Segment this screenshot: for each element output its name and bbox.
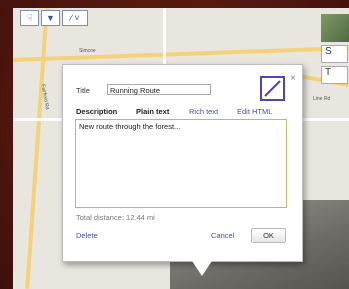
line-icon[interactable]: ∕ ˅ (62, 10, 88, 26)
description-textarea[interactable]: New route through the forest... (75, 119, 287, 208)
description-label: Description (76, 107, 118, 116)
map-road (25, 8, 49, 289)
popup-tail (190, 258, 214, 276)
tab-edit-html[interactable]: Edit HTML (237, 107, 272, 116)
tab-rich-text[interactable]: Rich text (189, 107, 218, 116)
ok-button[interactable]: OK (251, 228, 286, 243)
title-label: Title (76, 86, 90, 95)
map-road (13, 46, 349, 62)
close-icon[interactable]: × (290, 73, 296, 84)
right-panel: S T (321, 14, 349, 104)
delete-link[interactable]: Delete (76, 231, 98, 240)
satellite-thumbnail[interactable] (321, 14, 349, 42)
tab-plain-text[interactable]: Plain text (136, 107, 169, 116)
street-label: Simcoe (79, 48, 96, 54)
total-distance: Total distance: 12.44 mi (76, 213, 155, 222)
hand-icon[interactable]: ☟ (20, 10, 39, 26)
line-style-glyph (264, 80, 281, 97)
title-input[interactable]: Running Route (107, 84, 211, 95)
map-road (163, 8, 166, 68)
cancel-link[interactable]: Cancel (211, 231, 234, 240)
map-toolbar: ☟ ▼ ∕ ˅ (20, 10, 88, 26)
panel-button-s[interactable]: S (321, 45, 348, 63)
panel-button-t[interactable]: T (321, 66, 348, 84)
line-style-icon[interactable] (260, 76, 285, 101)
marker-icon[interactable]: ▼ (41, 10, 60, 26)
